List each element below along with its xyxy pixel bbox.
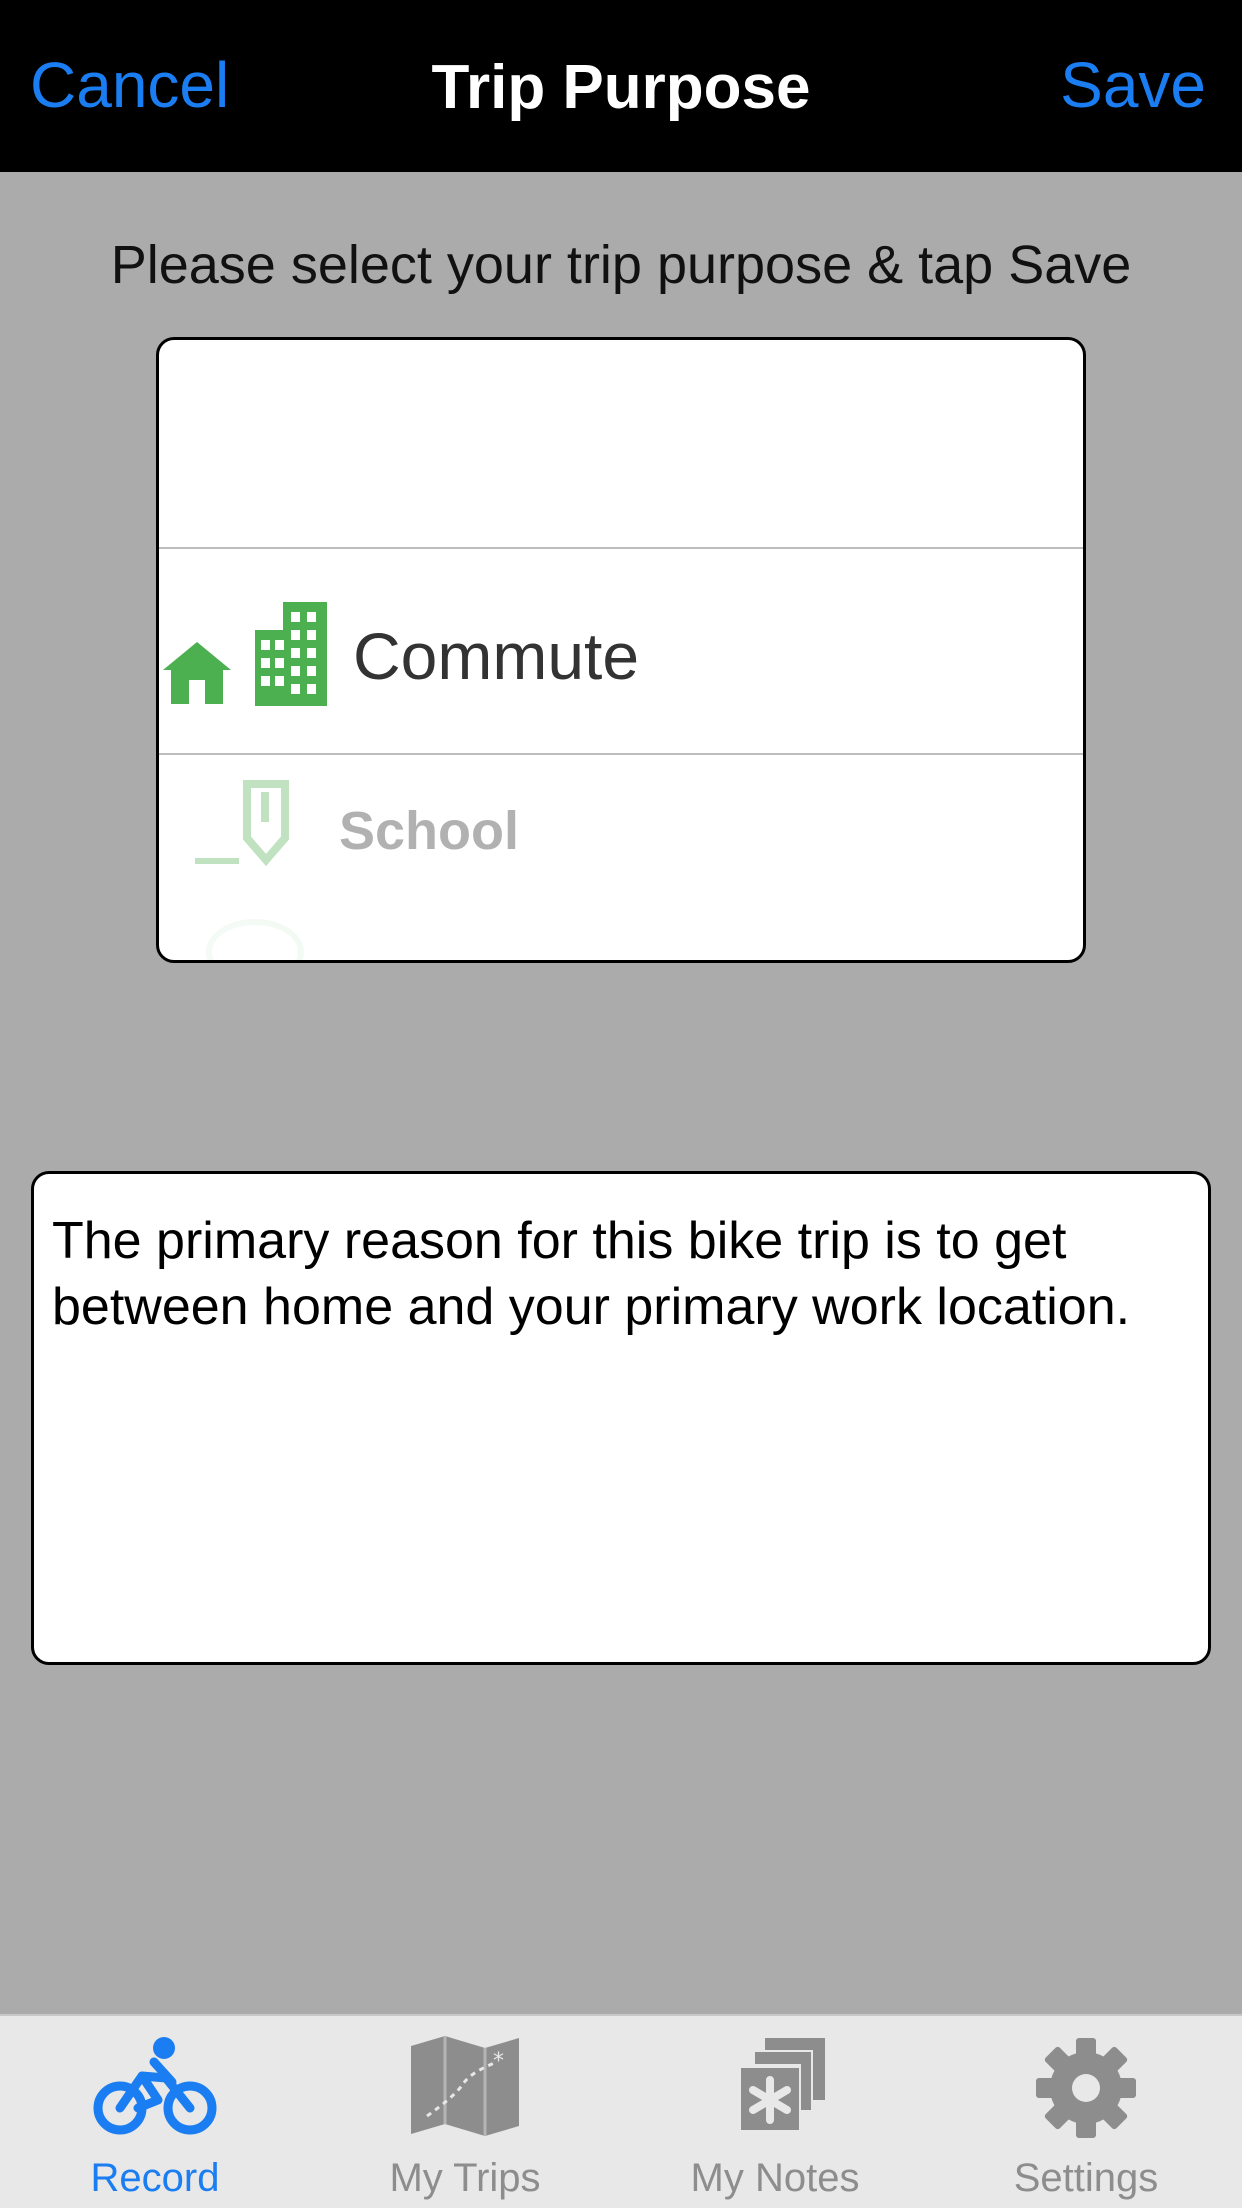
notes-icon (737, 2038, 825, 2130)
tab-label: Settings (1013, 2156, 1159, 2200)
save-button[interactable]: Save (1060, 48, 1206, 122)
tab-my-notes[interactable]: My Notes (620, 2016, 930, 2208)
purpose-description: The primary reason for this bike trip is… (52, 1212, 1131, 1336)
picker-item-commute[interactable]: Commute (159, 552, 1083, 756)
tab-label: My Trips (389, 2156, 541, 2200)
tab-label: My Notes (690, 2156, 860, 2200)
map-icon: * (411, 2036, 519, 2136)
purpose-description-box: The primary reason for this bike trip is… (31, 1171, 1211, 1665)
tab-label: Record (90, 2156, 220, 2200)
picker-item-school[interactable]: School (159, 760, 1083, 884)
trip-purpose-picker[interactable]: Commute School (156, 337, 1086, 963)
instruction-text: Please select your trip purpose & tap Sa… (110, 235, 1132, 295)
picker-item-label: School (339, 801, 520, 861)
bike-icon (93, 2037, 217, 2135)
svg-text:*: * (493, 2049, 504, 2074)
tab-my-trips[interactable]: * My Trips (310, 2016, 620, 2208)
tab-settings[interactable]: Settings (930, 2016, 1242, 2208)
picker-item-label: Commute (353, 619, 640, 693)
picker-divider (159, 547, 1083, 549)
pencil-icon (195, 780, 289, 867)
tab-bar: Record * My Trips My Notes Settings (0, 2014, 1242, 2208)
picker-item-faded (159, 912, 1083, 960)
home-building-icon (163, 602, 327, 706)
tab-record[interactable]: Record (0, 2016, 310, 2208)
page-title: Trip Purpose (431, 53, 811, 122)
navigation-bar: Cancel Trip Purpose Save (0, 0, 1242, 172)
gear-icon (1036, 2038, 1136, 2138)
